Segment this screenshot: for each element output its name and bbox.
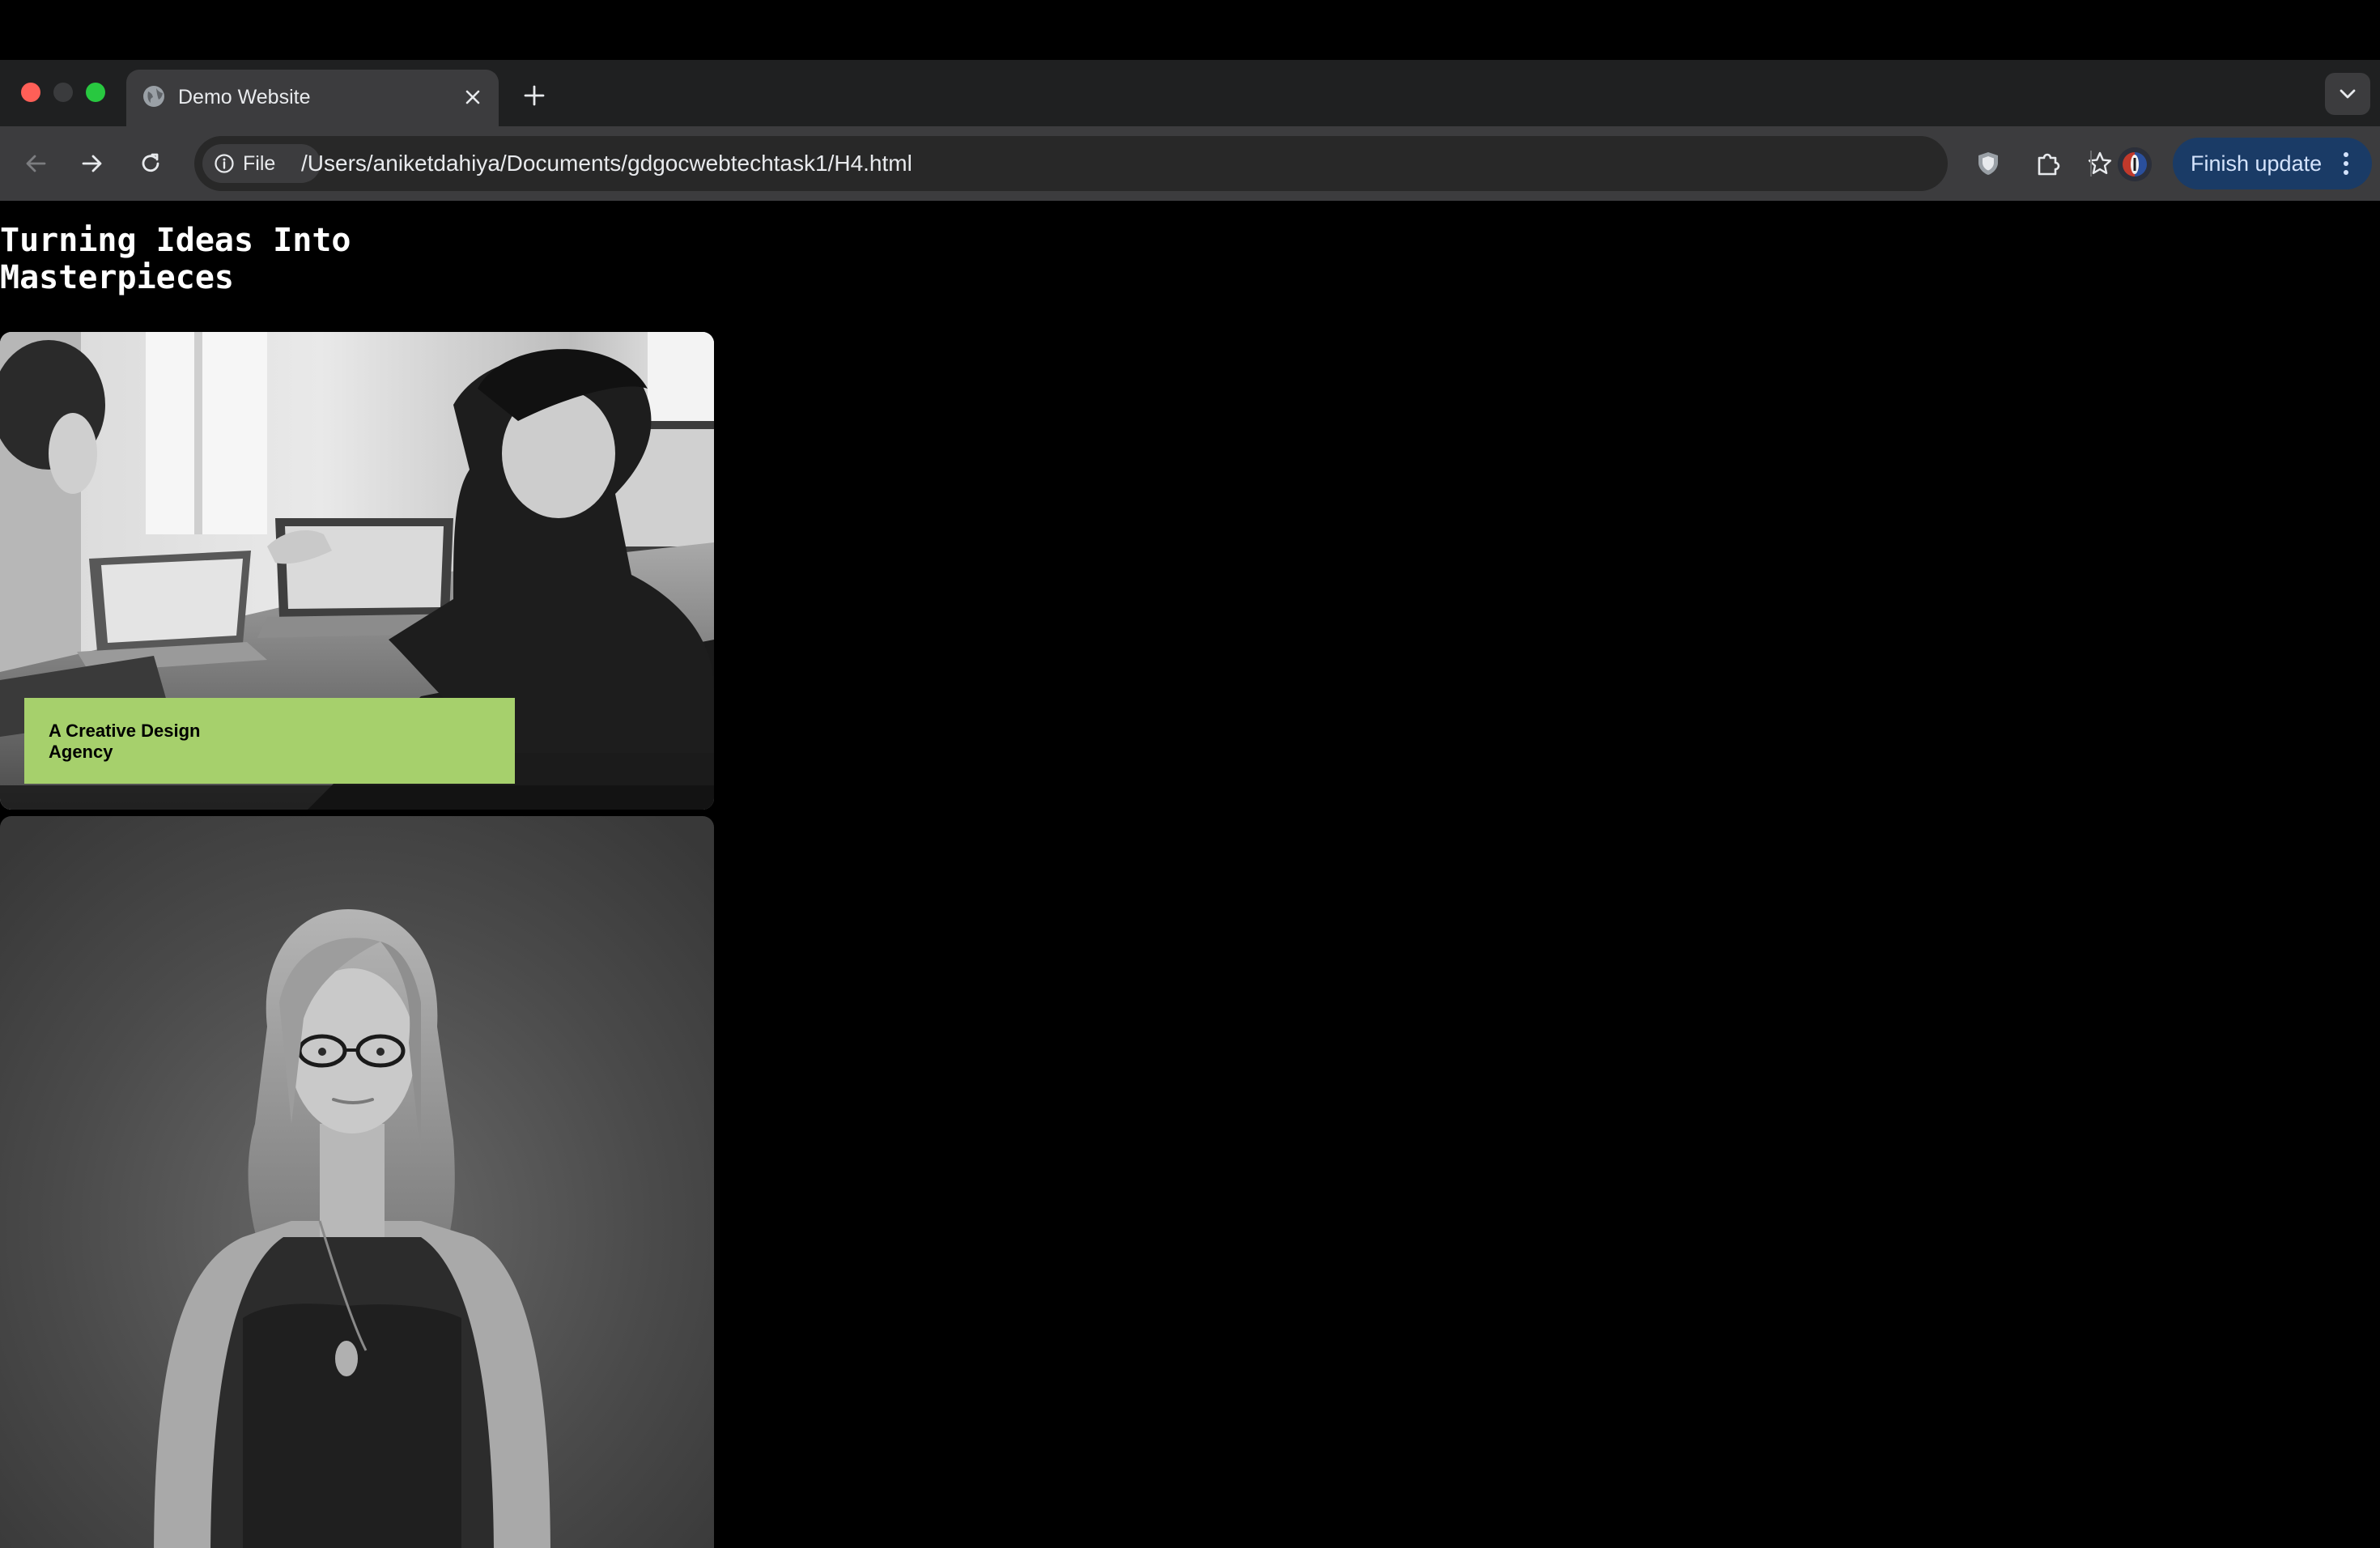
portrait-photo <box>0 816 714 1548</box>
hero-title: Turning Ideas Into Masterpieces <box>0 222 351 296</box>
globe-icon <box>143 86 164 107</box>
arrow-right-icon <box>82 155 102 172</box>
system-menubar <box>0 0 2380 60</box>
extension-shield-button[interactable] <box>1967 142 2009 185</box>
bookmark-button[interactable] <box>2080 144 2119 183</box>
agency-tag: A Creative Design Agency <box>24 698 515 784</box>
info-icon <box>215 154 234 173</box>
minimize-window-button[interactable] <box>53 83 73 102</box>
extensions-button[interactable] <box>2027 142 2069 185</box>
chevron-down-icon <box>2340 89 2356 99</box>
reload-icon <box>142 153 159 172</box>
tab-demo-website[interactable]: Demo Website <box>126 70 499 126</box>
avatar-icon <box>2118 147 2152 181</box>
finish-update-label: Finish update <box>2191 151 2323 176</box>
url-text[interactable]: /Users/aniketdahiya/Documents/gdgocwebte… <box>301 147 912 180</box>
browser-toolbar: File /Users/aniketdahiya/Documents/gdgoc… <box>0 126 2380 201</box>
close-tab-button[interactable] <box>457 81 489 113</box>
back-button[interactable] <box>15 142 57 185</box>
zoom-window-button[interactable] <box>86 83 105 102</box>
agency-tag-text: A Creative Design Agency <box>49 721 201 762</box>
address-bar[interactable]: File /Users/aniketdahiya/Documents/gdgoc… <box>194 136 2112 191</box>
tab-search-button[interactable] <box>2325 73 2370 115</box>
portrait-photo-card <box>0 816 714 1548</box>
tab-title: Demo Website <box>178 86 311 108</box>
more-menu-button[interactable] <box>2331 149 2361 178</box>
site-chip-label: File <box>243 151 276 175</box>
close-window-button[interactable] <box>21 83 40 102</box>
arrow-left-icon <box>26 155 46 172</box>
page-viewport: Turning Ideas Into Masterpieces A Creati… <box>0 201 2380 1548</box>
toolbar-divider <box>2090 151 2092 176</box>
more-vertical-icon <box>2344 152 2348 175</box>
toolbar-edge <box>0 191 2380 201</box>
shield-icon <box>1978 152 1998 175</box>
office-photo-card: A Creative Design Agency <box>0 332 714 810</box>
puzzle-icon <box>2038 153 2060 176</box>
plus-icon <box>524 85 545 106</box>
close-icon <box>465 90 480 104</box>
forward-button[interactable] <box>71 142 113 185</box>
profile-avatar[interactable] <box>2118 147 2152 181</box>
new-tab-button[interactable] <box>515 76 554 115</box>
finish-update-button[interactable]: Finish update <box>2173 138 2372 189</box>
reload-button[interactable] <box>130 142 172 185</box>
